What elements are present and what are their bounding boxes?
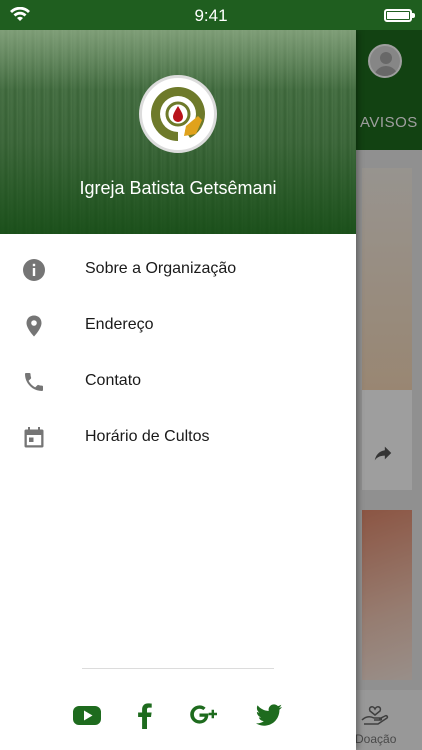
calendar-icon: [24, 427, 44, 448]
menu-item-label: Horário de Cultos: [85, 428, 210, 445]
org-logo: [139, 75, 217, 153]
menu-item-label: Endereço: [85, 316, 154, 333]
menu-item-horario[interactable]: Horário de Cultos: [0, 410, 356, 466]
phone-icon: [25, 373, 43, 391]
menu-item-contato[interactable]: Contato: [0, 354, 356, 410]
youtube-icon[interactable]: [72, 700, 102, 730]
menu-item-endereco[interactable]: Endereço: [0, 298, 356, 354]
social-links: [0, 698, 356, 732]
menu-item-label: Contato: [85, 372, 142, 389]
drawer-header: Igreja Batista Getsêmani: [0, 30, 356, 234]
menu-item-label: Sobre a Organização: [85, 260, 237, 277]
twitter-icon[interactable]: [254, 700, 284, 730]
status-time: 9:41: [194, 6, 228, 25]
divider: [82, 668, 274, 669]
org-name: Igreja Batista Getsêmani: [79, 178, 277, 198]
menu-item-sobre[interactable]: Sobre a Organização: [0, 242, 356, 298]
google-plus-icon[interactable]: [189, 700, 219, 730]
drawer-menu: Sobre a Organização Endereço Contato Hor…: [0, 242, 356, 466]
logo-emblem-icon: [149, 85, 207, 143]
info-icon: [23, 259, 45, 281]
navigation-drawer: Igreja Batista Getsêmani Sobre a Organiz…: [0, 30, 356, 750]
status-bar: 9:41: [0, 0, 422, 30]
location-pin-icon: [26, 315, 42, 337]
facebook-icon[interactable]: [130, 700, 160, 730]
battery-icon: [384, 9, 415, 22]
